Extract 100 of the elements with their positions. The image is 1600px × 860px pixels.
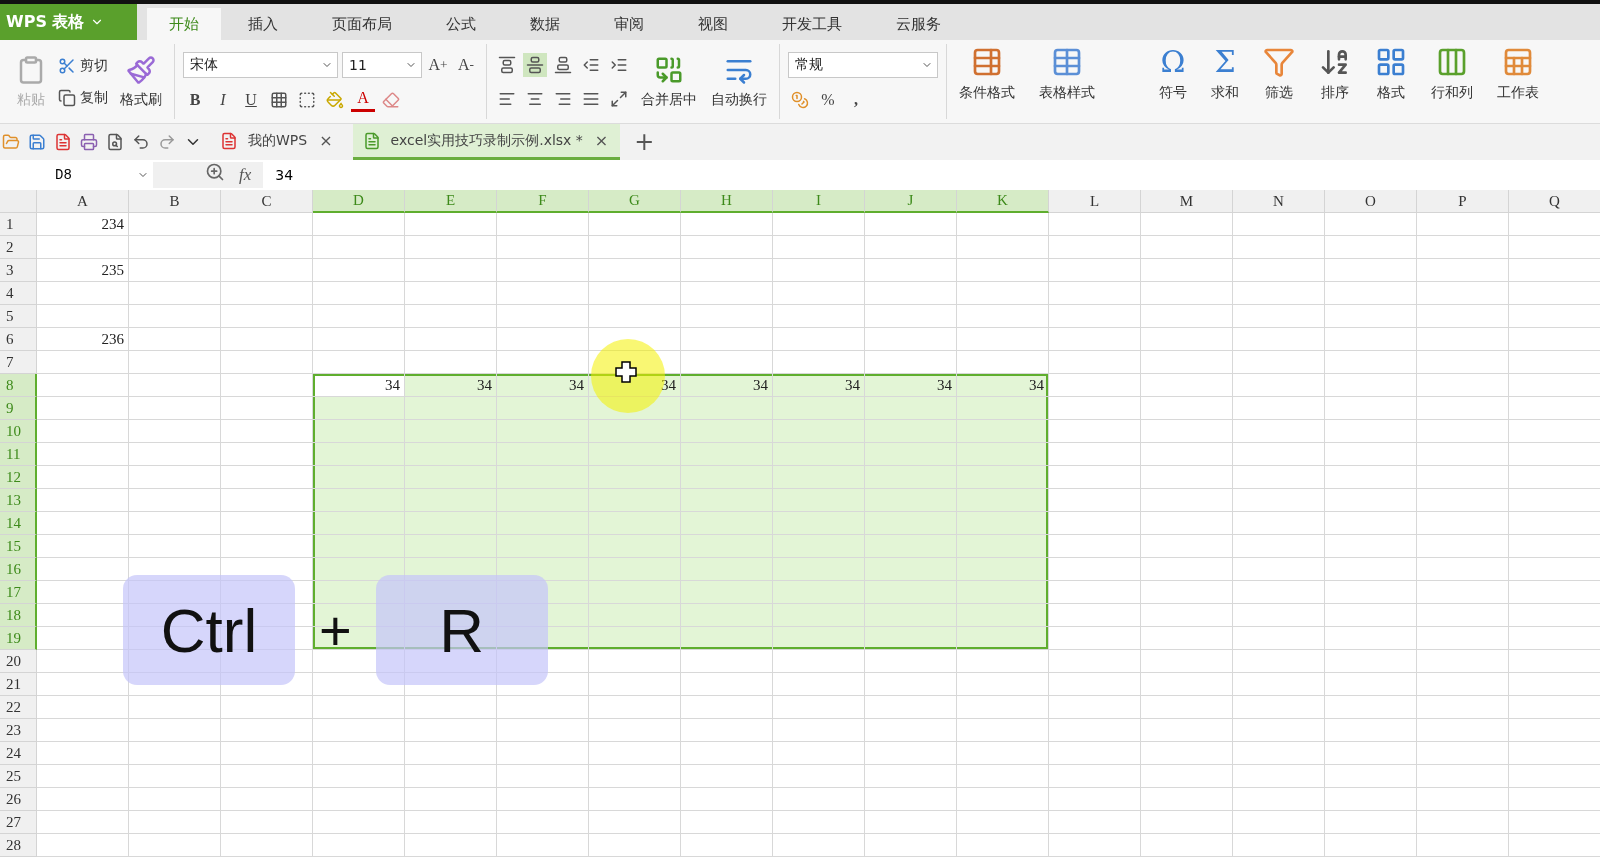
new-tab-button[interactable]: + — [628, 127, 661, 157]
scissors-icon — [58, 56, 76, 75]
formula-field[interactable]: 34 — [263, 162, 1600, 188]
copy-icon — [58, 88, 76, 107]
worksheet-icon — [1502, 46, 1534, 78]
cut-button[interactable]: 剪切 — [56, 54, 110, 77]
column-header[interactable]: P — [1417, 190, 1509, 213]
row-header[interactable]: 1 — [0, 213, 37, 236]
printer-icon — [80, 133, 98, 151]
ribbon-tool-button[interactable]: 表格样式 — [1027, 44, 1107, 119]
ribbon-tool-button[interactable]: 行和列 — [1419, 44, 1485, 119]
zoom-icon — [205, 162, 225, 182]
border-grid-icon — [270, 90, 288, 109]
ribbon-tool-button[interactable]: Ω 符号 — [1147, 44, 1199, 119]
comma-button[interactable]: , — [844, 87, 868, 112]
name-box[interactable]: D8 — [0, 162, 153, 188]
row-header[interactable]: 21 — [0, 673, 37, 696]
ribbon-tab[interactable]: 开始 — [147, 8, 221, 40]
ribbon-tool-button[interactable]: 工作表 — [1485, 44, 1551, 119]
ribbon-tool-button[interactable]: Σ 求和 — [1199, 44, 1251, 119]
row-header[interactable]: 20 — [0, 650, 37, 673]
ribbon-tab[interactable]: 开发工具 — [755, 8, 869, 40]
row-header[interactable]: 3 — [0, 259, 37, 282]
column-header[interactable]: O — [1325, 190, 1417, 213]
plus-sign: + — [319, 597, 352, 663]
font-size-field[interactable]: 11 — [342, 51, 422, 78]
rows-columns-icon — [1436, 46, 1468, 78]
row-header[interactable]: 11 — [0, 443, 37, 466]
row-header[interactable]: 2 — [0, 236, 37, 259]
row-header[interactable]: 22 — [0, 696, 37, 719]
row-header[interactable]: 28 — [0, 834, 37, 857]
ribbon-tab[interactable]: 视图 — [671, 8, 755, 40]
column-header[interactable]: J — [865, 190, 957, 213]
ribbon-tool-button[interactable]: 筛选 — [1251, 44, 1307, 119]
undo-icon — [132, 133, 150, 151]
row-header[interactable]: 4 — [0, 282, 37, 305]
copy-button[interactable]: 复制 — [56, 86, 110, 109]
row-header[interactable]: 23 — [0, 719, 37, 742]
font-name-field[interactable]: 宋体 — [183, 51, 338, 78]
ribbon-tool-button[interactable]: 条件格式 — [947, 44, 1027, 119]
eraser-icon — [382, 90, 400, 109]
table-cell: 34 — [405, 374, 497, 397]
row-header[interactable]: 26 — [0, 788, 37, 811]
row-header[interactable]: 12 — [0, 466, 37, 489]
close-button[interactable]: × — [317, 131, 335, 150]
column-header[interactable]: C — [221, 190, 313, 213]
row-header[interactable]: 18 — [0, 604, 37, 627]
document-tab[interactable]: 我的WPS × — [210, 124, 345, 160]
format-painter-button[interactable]: 格式刷 — [116, 52, 166, 111]
paintbrush-icon — [126, 54, 156, 85]
redo-icon — [158, 133, 176, 151]
column-header[interactable]: N — [1233, 190, 1325, 213]
close-button[interactable]: × — [592, 131, 611, 150]
column-header[interactable]: M — [1141, 190, 1233, 213]
italic-button[interactable]: I — [211, 87, 235, 112]
number-format-field[interactable]: 常规 — [788, 51, 938, 78]
row-header[interactable]: 6 — [0, 328, 37, 351]
bold-button[interactable]: B — [183, 87, 207, 112]
distribute-icon — [610, 89, 628, 108]
ribbon-tab[interactable]: 插入 — [221, 8, 305, 40]
table-cell: 235 — [37, 259, 129, 282]
row-header[interactable]: 16 — [0, 558, 37, 581]
column-header[interactable]: Q — [1509, 190, 1600, 213]
ribbon-tab[interactable]: 公式 — [419, 8, 503, 40]
table-cell: 34 — [773, 374, 865, 397]
percent-button[interactable]: % — [816, 87, 840, 112]
align-middle-button[interactable] — [523, 52, 547, 77]
table-cell: 234 — [37, 213, 129, 236]
align-top-icon — [498, 55, 516, 74]
ribbon-tool-button[interactable]: 排序 — [1307, 44, 1363, 119]
wrap-text-button[interactable]: 自动换行 — [707, 52, 771, 111]
filter-icon — [1263, 46, 1295, 78]
ribbon-tab[interactable]: 审阅 — [587, 8, 671, 40]
format-icon — [1375, 46, 1407, 78]
underline-button[interactable]: U — [239, 87, 263, 112]
dashed-square-icon — [298, 90, 316, 109]
column-header[interactable]: B — [129, 190, 221, 213]
table-cell: 34 — [865, 374, 957, 397]
ribbon-tab[interactable]: 数据 — [503, 8, 587, 40]
function-label[interactable]: fx — [239, 165, 252, 185]
ribbon-tab[interactable]: 云服务 — [869, 8, 968, 40]
row-header[interactable]: 14 — [0, 512, 37, 535]
row-header[interactable]: 19 — [0, 627, 37, 650]
row-header[interactable]: 8 — [0, 374, 37, 397]
row-header[interactable]: 5 — [0, 305, 37, 328]
column-header[interactable]: A — [37, 190, 129, 213]
column-header[interactable]: L — [1049, 190, 1141, 213]
document-tab[interactable]: excel实用技巧录制示例.xlsx * × — [352, 124, 621, 160]
merge-center-button[interactable]: 合并居中 — [637, 52, 701, 111]
row-header[interactable]: 13 — [0, 489, 37, 512]
ribbon-tool-button[interactable]: 格式 — [1363, 44, 1419, 119]
ribbon-tab[interactable]: 页面布局 — [305, 8, 419, 40]
keyboard-key: R — [375, 575, 548, 685]
row-header[interactable]: 7 — [0, 351, 37, 374]
paint-bucket-icon — [326, 90, 344, 109]
font-color-button[interactable]: A — [351, 87, 375, 112]
row-header[interactable]: 9 — [0, 397, 37, 420]
row-header[interactable]: 25 — [0, 765, 37, 788]
row-header[interactable]: 27 — [0, 811, 37, 834]
row-header[interactable]: 24 — [0, 742, 37, 765]
